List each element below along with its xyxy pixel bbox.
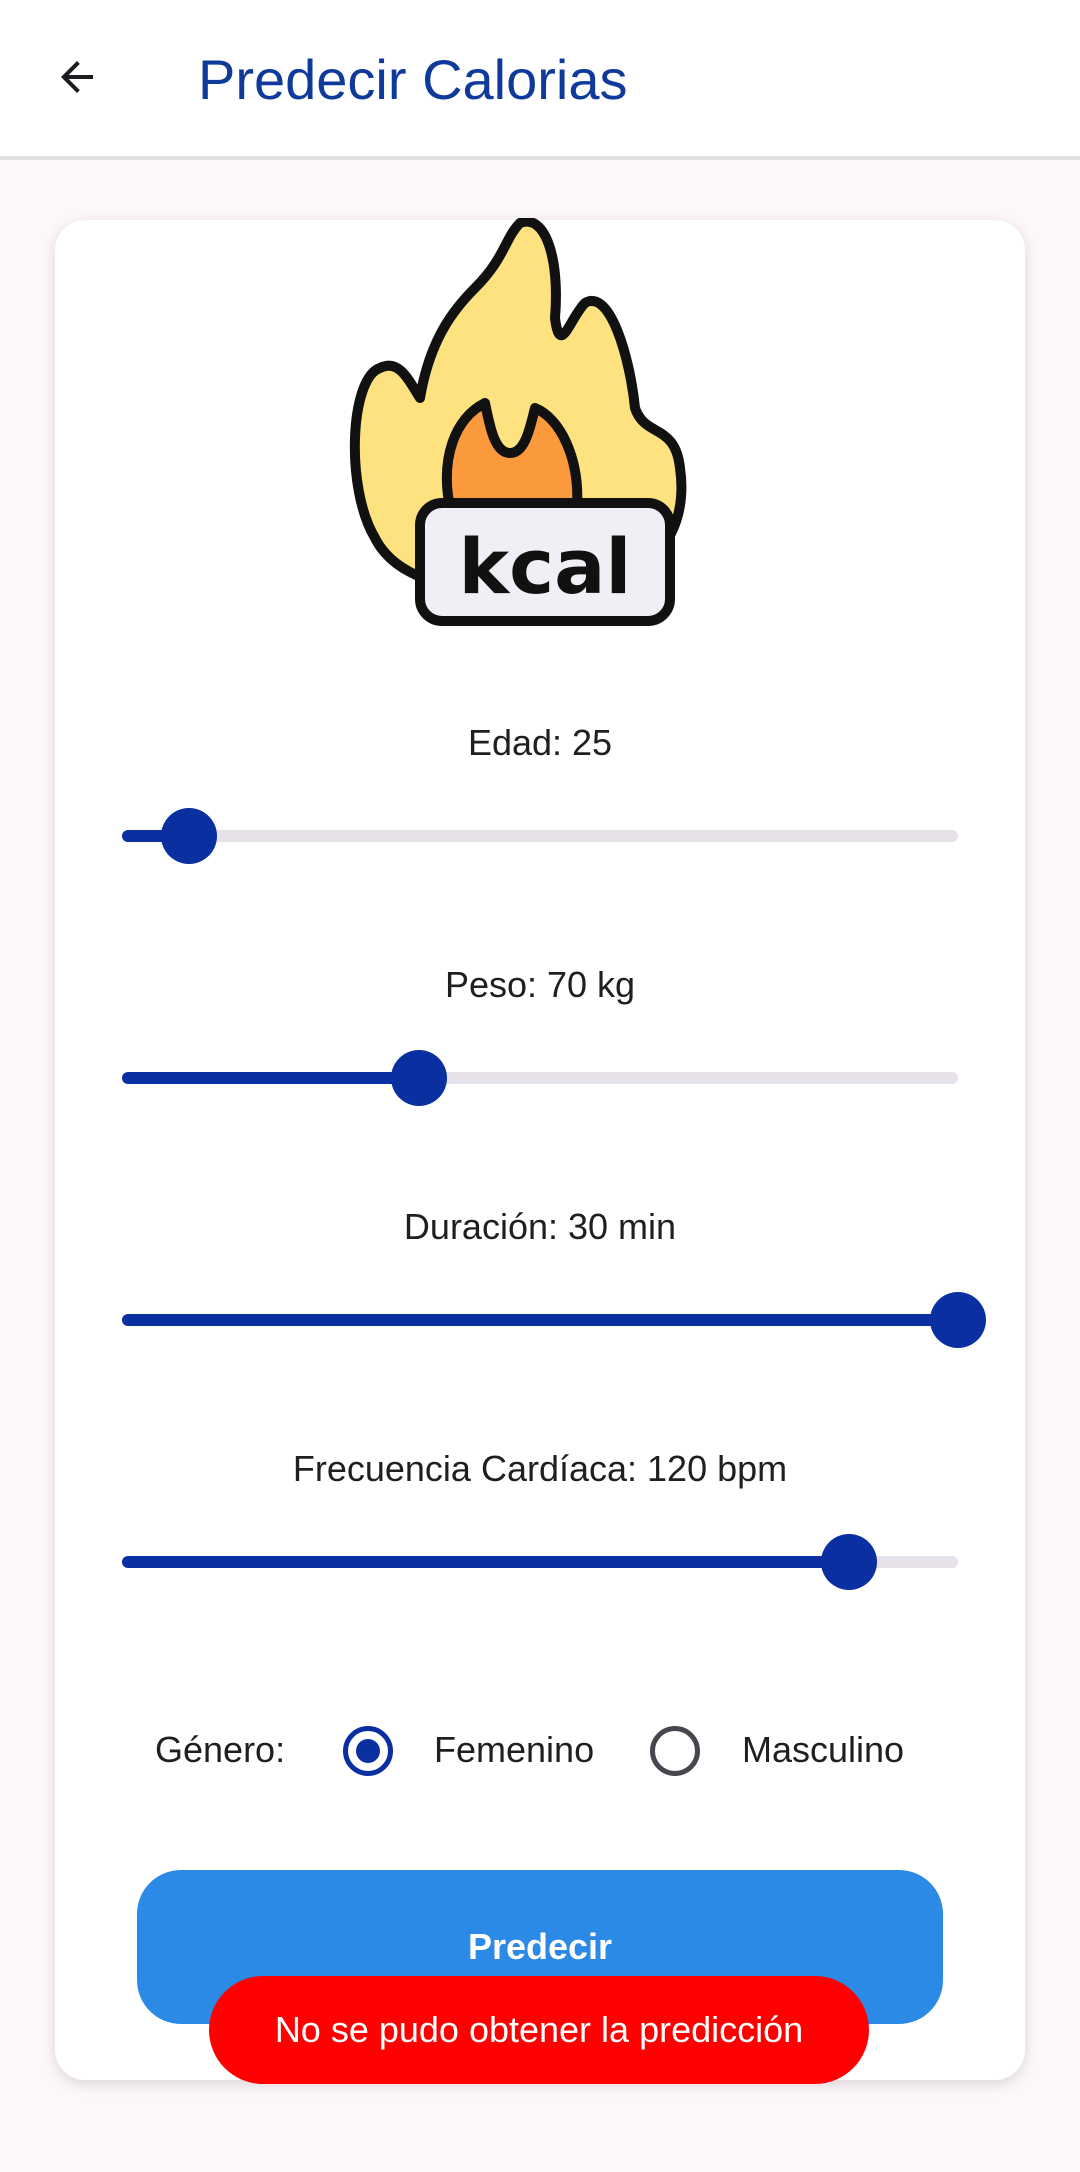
duration-label: Duración: 30 min	[403, 1206, 677, 1247]
fire-kcal-icon: kcal	[349, 218, 687, 626]
age-label: Edad: 25	[467, 722, 613, 763]
radio-label-masculino[interactable]: Masculino	[742, 1728, 904, 1772]
slider-thumb[interactable]	[390, 1050, 447, 1106]
predict-button-label: Predecir	[467, 1926, 613, 1967]
slider-fill	[122, 1314, 958, 1326]
logo-text: kcal	[459, 522, 632, 611]
age-slider[interactable]	[122, 806, 958, 866]
gender-label: Género:	[155, 1729, 286, 1770]
page-title: Predecir Calorias	[198, 48, 628, 111]
heart-rate-label: Frecuencia Cardíaca: 120 bpm	[292, 1448, 788, 1489]
error-toast: No se pudo obtener la predicción	[209, 1976, 869, 2084]
duration-slider[interactable]	[122, 1290, 986, 1350]
weight-label: Peso: 70 kg	[444, 964, 636, 1005]
back-button[interactable]	[36, 36, 118, 118]
slider-thumb[interactable]	[821, 1534, 878, 1590]
weight-slider[interactable]	[122, 1048, 958, 1108]
slider-track	[122, 830, 958, 842]
slider-fill	[122, 1072, 419, 1084]
radio-label-femenino[interactable]: Femenino	[434, 1728, 594, 1772]
gender-selector: Género: Femenino Masculino	[0, 1720, 1080, 1780]
slider-thumb[interactable]	[160, 808, 217, 864]
radio-masculino[interactable]	[650, 1726, 700, 1776]
heart-rate-slider[interactable]	[122, 1532, 958, 1592]
app-bar: Predecir Calorias	[0, 0, 1080, 160]
slider-thumb[interactable]	[930, 1292, 986, 1348]
arrow-left-icon	[61, 61, 93, 93]
radio-femenino[interactable]	[343, 1726, 393, 1776]
slider-fill	[122, 1556, 850, 1568]
